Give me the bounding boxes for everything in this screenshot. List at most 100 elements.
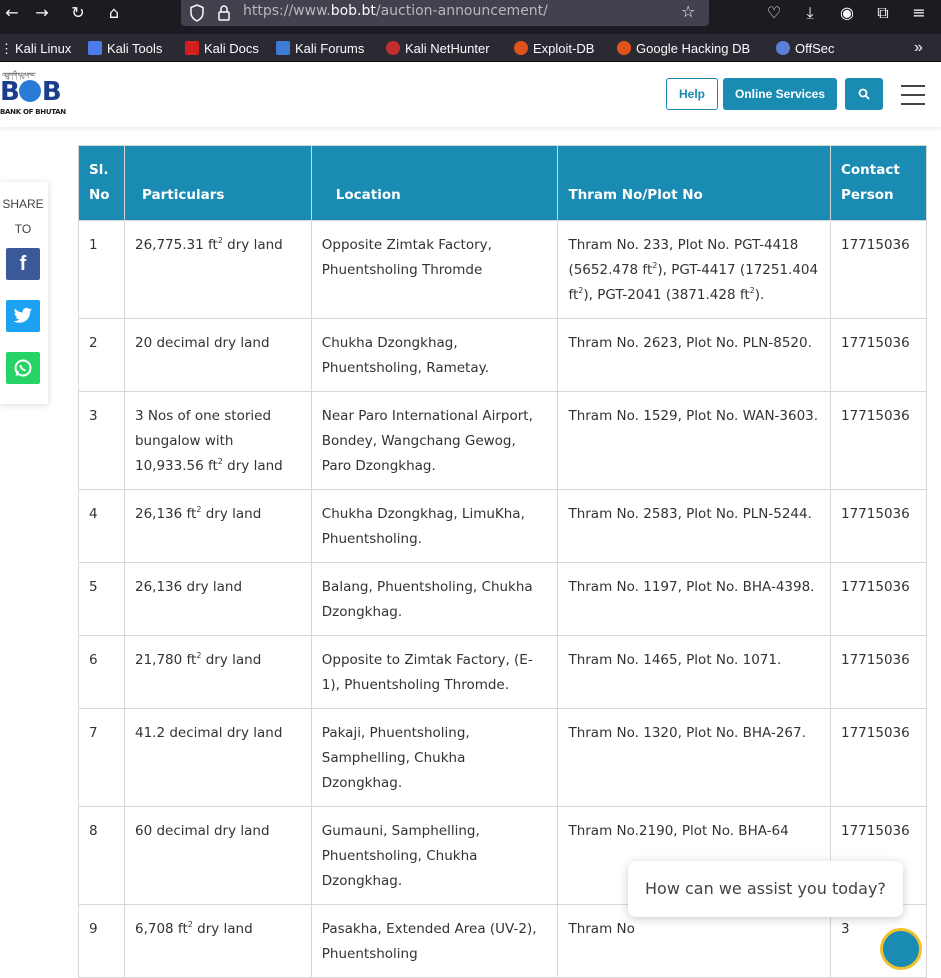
chatbot-launcher-icon[interactable]: [880, 928, 922, 970]
superscript-2: 2: [196, 505, 202, 514]
cell-location: Near Paro International Airport, Bondey,…: [310, 391, 559, 490]
bookmark-star-icon[interactable]: ☆: [681, 2, 695, 21]
cell-location: Pakaji, Phuentsholing, Samphelling, Chuk…: [310, 708, 559, 807]
online-services-button[interactable]: Online Services: [723, 78, 837, 110]
cell-particulars: 41.2 decimal dry land: [123, 708, 312, 807]
hamburger-menu-icon[interactable]: [901, 85, 925, 105]
table-row: 1 26,775.31 ft2 dry land Opposite Zimtak F…: [78, 220, 927, 319]
cell-contact-person: 17715036: [830, 708, 927, 807]
kali-linux-favicon: ⋮: [0, 41, 13, 56]
cell-thram-plot: Thram No. 1197, Plot No. BHA-4398.: [557, 562, 831, 636]
superscript-2: 2: [652, 261, 658, 270]
twitter-icon: [13, 307, 33, 323]
logo-o-circle: [18, 80, 41, 102]
bookmark-kali-docs[interactable]: Kali Docs: [185, 39, 259, 57]
reload-icon[interactable]: ↻: [66, 3, 90, 23]
app-menu-icon[interactable]: ≡: [907, 3, 931, 23]
cell-particulars: 26,136 dry land: [123, 562, 312, 636]
kali-nethunter-favicon: [386, 41, 400, 55]
forward-icon[interactable]: →: [30, 3, 54, 23]
kali-forums-favicon: [276, 41, 290, 55]
bookmark-kali-forums[interactable]: Kali Forums: [276, 39, 364, 57]
exploit-db-favicon: [514, 41, 528, 55]
account-icon[interactable]: ◉: [835, 3, 859, 23]
header-contact-person: Contact Person: [830, 145, 927, 221]
cell-sl-no: 8: [78, 806, 125, 905]
logo-subtitle: BANK OF BHUTAN: [0, 108, 66, 116]
cell-location: Chukha Dzongkhag, LimuKha, Phuentsholing…: [310, 489, 559, 563]
extensions-icon[interactable]: ⧉: [871, 3, 895, 23]
cell-sl-no: 4: [78, 489, 125, 563]
cell-contact-person: 17715036: [830, 220, 927, 319]
url-text[interactable]: https://www.bob.bt/auction-announcement/: [243, 3, 548, 19]
whatsapp-icon: [14, 359, 32, 377]
cell-location: Pasakha, Extended Area (UV-2), Phuentsho…: [310, 904, 559, 978]
bookmark-kali-nethunter[interactable]: Kali NetHunter: [386, 39, 490, 57]
table-row: 5 26,136 dry land Balang, Phuentsholing, C…: [78, 562, 927, 636]
table-row: 2 20 decimal dry land Chukha Dzongkhag, Ph…: [78, 318, 927, 392]
facebook-share-button[interactable]: f: [6, 248, 40, 280]
superscript-2: 2: [196, 651, 202, 660]
header-thram-plot: Thram No/Plot No: [557, 145, 831, 221]
cell-sl-no: 2: [78, 318, 125, 392]
site-header: འབྲུག་གི་དངུལ་ཁང་ BB BANK OF BHUTAN Help…: [0, 63, 941, 127]
cell-sl-no: 3: [78, 391, 125, 490]
cell-location: Chukha Dzongkhag, Phuentsholing, Rametay…: [310, 318, 559, 392]
bookmark-exploit-db[interactable]: Exploit-DB: [514, 39, 594, 57]
bookmark-google-hacking-db[interactable]: Google Hacking DB: [617, 39, 750, 57]
help-button[interactable]: Help: [666, 78, 718, 110]
table-row: 6 21,780 ft2 dry land Opposite to Zimtak F…: [78, 635, 927, 709]
cell-contact-person: 17715036: [830, 391, 927, 490]
home-icon[interactable]: ⌂: [102, 3, 126, 23]
shield-icon[interactable]: [189, 4, 205, 22]
superscript-2: 2: [187, 920, 193, 929]
chat-prompt-bubble[interactable]: How can we assist you today?: [628, 861, 903, 917]
pocket-icon[interactable]: ♡: [762, 3, 786, 23]
facebook-icon: f: [19, 253, 27, 275]
cell-sl-no: 7: [78, 708, 125, 807]
superscript-2: 2: [217, 457, 223, 466]
whatsapp-share-button[interactable]: [6, 352, 40, 384]
cell-thram-plot: Thram No. 1529, Plot No. WAN-3603.: [557, 391, 831, 490]
bob-logo[interactable]: BB: [0, 77, 62, 107]
cell-thram-plot: Thram No. 1465, Plot No. 1071.: [557, 635, 831, 709]
cell-contact-person: 17715036: [830, 489, 927, 563]
cell-location: Opposite Zimtak Factory, Phuentsholing T…: [310, 220, 559, 319]
offsec-favicon: [776, 41, 790, 55]
cell-thram-plot: Thram No. 233, Plot No. PGT-4418 (5652.4…: [557, 220, 831, 319]
bookmarks-overflow-icon[interactable]: »: [914, 39, 923, 57]
cell-particulars: 3 Nos of one storied bungalow with 10,93…: [123, 391, 312, 490]
superscript-2: 2: [749, 286, 755, 295]
lock-icon[interactable]: [217, 4, 231, 22]
table-row: 33 Nos of one storied bungalow with 10,9…: [78, 391, 927, 490]
superscript-2: 2: [217, 236, 223, 245]
back-icon[interactable]: ←: [0, 3, 24, 23]
cell-sl-no: 9: [78, 904, 125, 978]
header-location: Location: [310, 145, 559, 221]
cell-particulars: 60 decimal dry land: [123, 806, 312, 905]
cell-contact-person: 17715036: [830, 562, 927, 636]
bookmark-kali-tools[interactable]: Kali Tools: [88, 39, 162, 57]
bookmark-kali-linux[interactable]: ⋮ Kali Linux: [0, 39, 71, 57]
table-row: 4 26,136 ft2 dry land Chukha Dzongkhag, Li…: [78, 489, 927, 563]
search-button[interactable]: [845, 78, 883, 110]
bookmark-offsec[interactable]: OffSec: [776, 39, 835, 57]
twitter-share-button[interactable]: [6, 300, 40, 332]
share-sidebar: SHARE TO f: [0, 182, 48, 404]
url-bar[interactable]: https://www.bob.bt/auction-announcement/…: [181, 0, 709, 26]
cell-location: Balang, Phuentsholing, Chukha Dzongkhag.: [310, 562, 559, 636]
bookmarks-bar: ⋮ Kali Linux Kali Tools Kali Docs Kali Fo…: [0, 34, 941, 62]
cell-particulars: 21,780 ft2 dry land: [123, 635, 312, 709]
download-icon[interactable]: ⤓: [798, 3, 822, 23]
superscript-2: 2: [578, 286, 584, 295]
header-sl-no: Sl. No: [78, 145, 125, 221]
header-particulars: Particulars: [123, 145, 312, 221]
cell-contact-person: 17715036: [830, 318, 927, 392]
google-hacking-db-favicon: [617, 41, 631, 55]
cell-sl-no: 6: [78, 635, 125, 709]
cell-location: Gumauni, Samphelling, Phuentsholing, Chu…: [310, 806, 559, 905]
cell-thram-plot: Thram No. 2583, Plot No. PLN-5244.: [557, 489, 831, 563]
browser-toolbar: ← → ↻ ⌂ https://www.bob.bt/auction-annou…: [0, 0, 941, 34]
table-header-row: Sl. No Particulars Location Thram No/Plo…: [78, 145, 927, 221]
table-row: 7 41.2 decimal dry land Pakaji, Phuentshol…: [78, 708, 927, 807]
